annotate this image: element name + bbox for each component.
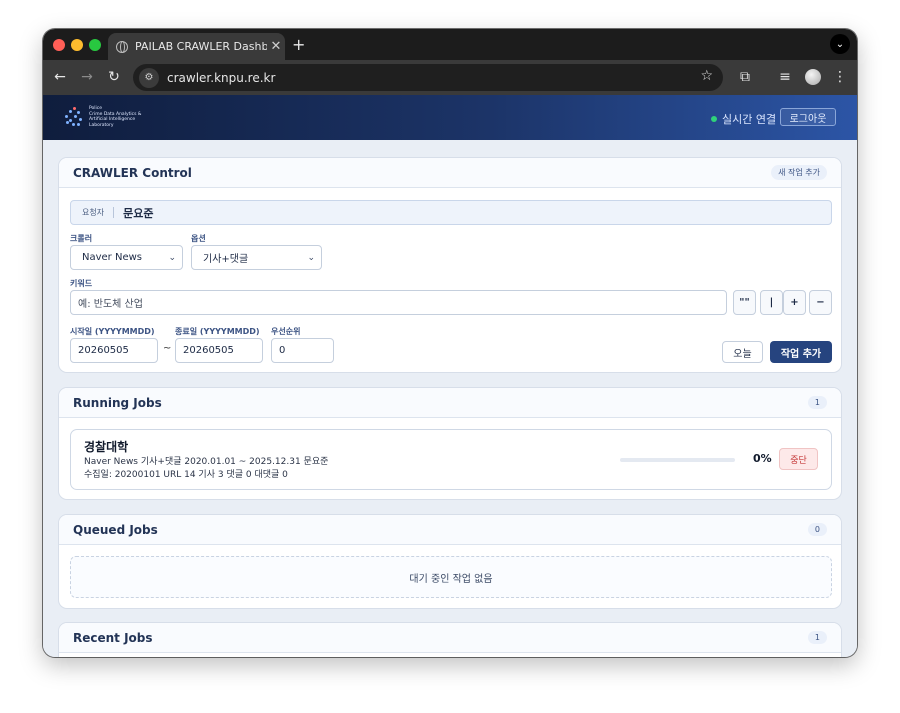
tab-bar: PAILAB CRAWLER Dashboard ✕ + ⌄ xyxy=(43,29,857,60)
crawler-control-card: CRAWLER Control 새 작업 추가 요청자 문요준 크롤러 Nave… xyxy=(58,157,842,373)
card-header: Recent Jobs 1 xyxy=(59,623,841,653)
browser-toolbar: ← → ↻ ⚙ crawler.knpu.re.kr ☆ ⧉ ≡ ⋮ xyxy=(43,60,857,95)
requester-name: 문요준 xyxy=(123,206,154,220)
page-content: Police Crime Data Analytics & Artificial… xyxy=(43,95,857,657)
url-text: crawler.knpu.re.kr xyxy=(167,70,276,85)
bookmark-star-icon[interactable]: ☆ xyxy=(700,68,713,84)
tab-title: PAILAB CRAWLER Dashboard xyxy=(135,40,267,53)
running-jobs-card: Running Jobs 1 경찰대학 Naver News 기사+댓글 202… xyxy=(58,387,842,500)
recent-jobs-card: Recent Jobs 1 xyxy=(58,622,842,657)
queued-empty-state: 대기 중인 작업 없음 xyxy=(70,556,832,598)
crawler-label: 크롤러 xyxy=(70,234,93,243)
keyword-label: 키워드 xyxy=(70,279,93,288)
queued-count-badge: 0 xyxy=(807,523,827,536)
job-name: 경찰대학 xyxy=(84,440,129,454)
forward-arrow-icon[interactable]: → xyxy=(78,68,96,86)
end-date-label: 종료일 (YYYYMMDD) xyxy=(175,327,260,336)
quote-operator-button[interactable]: "" xyxy=(733,290,756,315)
option-label: 옵션 xyxy=(191,234,206,243)
tab-close-icon[interactable]: ✕ xyxy=(267,39,285,54)
job-progress-bar xyxy=(620,458,735,462)
lab-logo-icon xyxy=(63,106,85,128)
exclude-operator-button[interactable]: − xyxy=(809,290,832,315)
live-status-text: 실시간 연결 xyxy=(722,113,777,126)
queued-jobs-card: Queued Jobs 0 대기 중인 작업 없음 xyxy=(58,514,842,609)
card-title: Queued Jobs xyxy=(73,522,158,537)
card-header: Running Jobs 1 xyxy=(59,388,841,418)
requester-label: 요청자 xyxy=(82,207,115,218)
tab-search-chevron-icon[interactable]: ⌄ xyxy=(830,34,850,54)
stop-job-button[interactable]: 중단 xyxy=(779,448,818,470)
job-meta: Naver News 기사+댓글 2020.01.01 ~ 2025.12.31… xyxy=(84,457,329,467)
back-arrow-icon[interactable]: ← xyxy=(51,68,69,86)
live-connection-status: 실시간 연결 xyxy=(711,111,776,127)
more-menu-icon[interactable]: ⋮ xyxy=(831,68,849,86)
status-dot-icon xyxy=(711,116,717,122)
site-info-icon[interactable]: ⚙ xyxy=(139,67,159,88)
requester-bar: 요청자 문요준 xyxy=(70,200,832,225)
start-date-label: 시작일 (YYYYMMDD) xyxy=(70,327,155,336)
recent-count-badge: 1 xyxy=(807,631,827,644)
running-count-badge: 1 xyxy=(807,396,827,409)
priority-label: 우선순위 xyxy=(271,327,301,336)
new-task-badge: 새 작업 추가 xyxy=(771,165,827,180)
and-operator-button[interactable]: + xyxy=(783,290,806,315)
lab-logo: Police Crime Data Analytics & Artificial… xyxy=(63,104,153,130)
add-job-button[interactable]: 작업 추가 xyxy=(770,341,832,363)
keyword-input[interactable]: 예: 반도체 산업 xyxy=(70,290,727,315)
app-header: Police Crime Data Analytics & Artificial… xyxy=(43,95,857,140)
maximize-window-button[interactable] xyxy=(89,39,101,51)
card-title: Recent Jobs xyxy=(73,630,153,645)
reload-icon[interactable]: ↻ xyxy=(105,68,123,86)
option-select[interactable]: 기사+댓글 ⌄ xyxy=(191,245,322,270)
minimize-window-button[interactable] xyxy=(71,39,83,51)
card-title: CRAWLER Control xyxy=(73,165,192,180)
job-progress-percent: 0% xyxy=(753,452,772,465)
start-date-input[interactable]: 20260505 xyxy=(70,338,158,363)
card-title: Running Jobs xyxy=(73,395,162,410)
card-header: CRAWLER Control 새 작업 추가 xyxy=(59,158,841,188)
date-range-separator: ~ xyxy=(163,343,172,354)
crawler-select[interactable]: Naver News ⌄ xyxy=(70,245,183,270)
or-operator-button[interactable]: | xyxy=(760,290,783,315)
new-tab-button[interactable]: + xyxy=(292,35,305,54)
media-controls-icon[interactable]: ≡ xyxy=(776,68,794,86)
browser-window: PAILAB CRAWLER Dashboard ✕ + ⌄ ← → ↻ ⚙ c… xyxy=(43,29,857,657)
close-window-button[interactable] xyxy=(53,39,65,51)
running-job-item: 경찰대학 Naver News 기사+댓글 2020.01.01 ~ 2025.… xyxy=(70,429,832,490)
globe-icon xyxy=(116,40,128,53)
address-bar[interactable]: ⚙ crawler.knpu.re.kr ☆ xyxy=(133,64,723,91)
logout-button[interactable]: 로그아웃 xyxy=(780,108,836,126)
profile-avatar-icon[interactable] xyxy=(805,69,821,85)
extensions-icon[interactable]: ⧉ xyxy=(736,68,754,86)
card-header: Queued Jobs 0 xyxy=(59,515,841,545)
lab-logo-text: Police Crime Data Analytics & Artificial… xyxy=(89,106,142,128)
chevron-down-icon: ⌄ xyxy=(307,253,315,263)
chevron-down-icon: ⌄ xyxy=(168,253,176,263)
today-button[interactable]: 오늘 xyxy=(722,341,763,363)
browser-tab[interactable]: PAILAB CRAWLER Dashboard ✕ xyxy=(108,33,285,60)
priority-input[interactable]: 0 xyxy=(271,338,334,363)
end-date-input[interactable]: 20260505 xyxy=(175,338,263,363)
job-stats: 수집일: 20200101 URL 14 기사 3 댓글 0 대댓글 0 xyxy=(84,470,288,480)
